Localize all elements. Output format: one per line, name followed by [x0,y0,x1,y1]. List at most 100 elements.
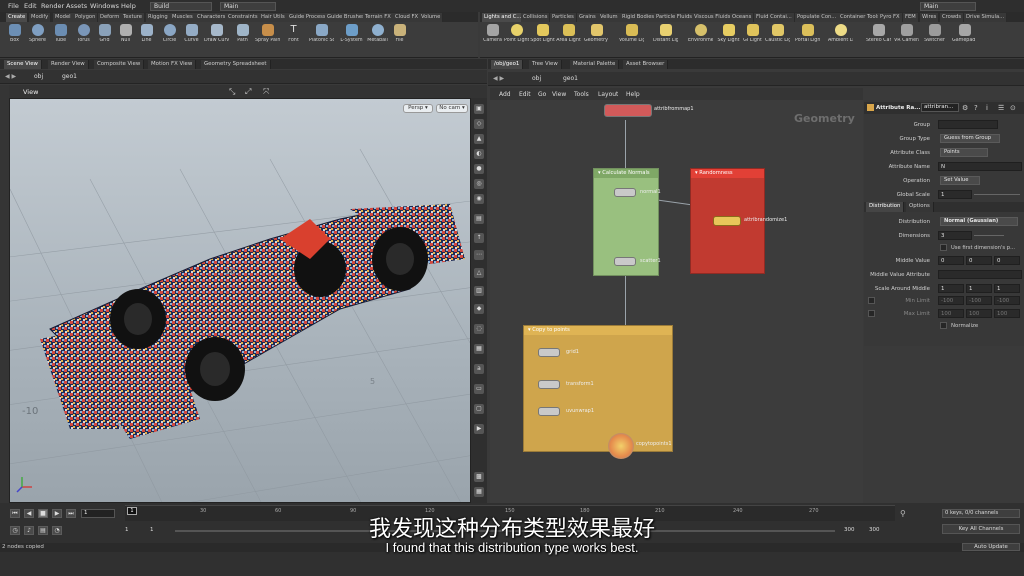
tool-box[interactable]: Box [2,24,27,43]
tool-point-light[interactable]: Point Light [504,24,529,43]
node-grid[interactable] [538,348,560,357]
point-numbers-icon[interactable]: ⋯ [474,250,484,260]
shelf-tab[interactable]: Modify [29,13,52,22]
tool-sphere[interactable]: Sphere [25,24,50,43]
group-type-menu[interactable]: Guess from Group [940,134,1000,143]
node-uvunwrap[interactable] [538,407,560,416]
tab-composite-view[interactable]: Composite View [94,60,145,69]
tab-render-view[interactable]: Render View [48,60,89,69]
shelf-tab[interactable]: Lights and C... [482,13,525,22]
prim-numbers-icon[interactable]: △ [474,268,484,278]
shelf-tab[interactable]: Constraints [226,13,261,22]
tool-ambient-light[interactable]: Ambient Light [828,24,853,43]
scale-middle-z[interactable]: 1 [994,284,1020,293]
shelf-tab[interactable]: Volume [419,13,444,22]
uv-icon[interactable]: ▥ [474,286,484,296]
middle-value-y[interactable]: 0 [966,256,992,265]
back-arrow-icon[interactable]: ◀ ▶ [5,73,16,80]
tool-spot-light[interactable]: Spot Light [530,24,555,43]
max-limit-y[interactable]: 100 [966,309,992,318]
normals-icon[interactable]: ↑ [474,233,484,243]
shelf-tab[interactable]: Muscles [170,13,196,22]
attribute-class-menu[interactable]: Points [940,148,988,157]
menu-assets[interactable]: Assets [66,2,87,10]
middle-value-attr-field[interactable] [938,270,1022,279]
net-menu-edit[interactable]: Edit [519,91,531,98]
global-scale-slider[interactable] [974,194,1020,195]
tool-distant-light[interactable]: Distant Light [653,24,678,43]
tool-spray-paint[interactable]: Spray Paint [255,24,280,43]
network-editor[interactable]: Geometry attribfrommap1 ▾ Calculate Norm… [490,100,863,503]
dimensions-field[interactable]: 3 [938,231,972,240]
net-menu-tools[interactable]: Tools [574,91,589,98]
shelf-tab[interactable]: Polygon [73,13,99,22]
normalize-checkbox[interactable] [940,322,947,329]
node-attribfrommap[interactable] [604,104,652,117]
layout-icon[interactable]: ▩ [474,472,484,482]
shelf-tab[interactable]: Create [6,13,29,22]
node-name-field[interactable]: attribran... [921,103,959,112]
main-selector-left[interactable]: Main [220,1,276,11]
net-menu-layout[interactable]: Layout [598,91,618,98]
main-selector-right[interactable]: Main [920,1,976,11]
node-transform[interactable] [538,380,560,389]
tool-caustic-light[interactable]: Caustic Light [765,24,790,43]
distribution-menu[interactable]: Normal (Gaussian) [940,217,1018,226]
menu-help[interactable]: Help [121,2,136,10]
shelf-tab[interactable]: Guide Brushes [325,13,368,22]
display-wire-icon[interactable]: ◇ [474,119,484,129]
tool-camera[interactable]: Camera [480,24,505,43]
shelf-tab[interactable]: Vellum [598,13,621,22]
breadcrumb-obj[interactable]: obj [34,73,43,80]
tab-tree-view[interactable]: Tree View [529,60,562,69]
3d-viewport[interactable]: -10 10 5 Persp ▾ No cam ▾ [9,98,471,503]
display-points-icon[interactable]: ▣ [474,104,484,114]
ghost-icon[interactable]: ◌ [474,324,484,334]
shelf-tab[interactable]: Cloud FX [393,13,422,22]
display-option-icon[interactable]: ⤧ [263,87,269,97]
shelf-tab[interactable]: Deform [98,13,123,22]
tool-l-system[interactable]: L-System [339,24,364,43]
shelf-tab[interactable]: Wires [920,13,940,22]
shelf-tab[interactable]: Terrain FX [363,13,394,22]
tool-curve[interactable]: Curve [179,24,204,43]
tab-motion-fx-view[interactable]: Motion FX View [148,60,197,69]
min-limit-y[interactable]: -100 [966,296,992,305]
attribute-name-field[interactable]: N [938,162,1022,171]
camera-icon[interactable]: ▭ [474,384,484,394]
display-option-icon[interactable]: ⤡ [229,87,235,97]
grid-toggle-icon[interactable]: ▤ [474,214,484,224]
breadcrumb-geo1[interactable]: geo1 [563,75,578,82]
menu-windows[interactable]: Windows [90,2,119,10]
menu-render[interactable]: Render [41,2,64,10]
shelf-tab[interactable]: Fluid Contai... [754,13,795,22]
shading-icon[interactable]: ● [474,164,484,174]
tool-environment-light[interactable]: Environment Light [688,24,713,43]
tool-tube[interactable]: Tube [48,24,73,43]
light-icon[interactable]: ◐ [474,149,484,159]
tab-geometry-spreadsheet[interactable]: Geometry Spreadsheet [201,60,271,69]
tab-scene-view[interactable]: Scene View [4,60,42,69]
breadcrumb-geo1[interactable]: geo1 [62,73,77,80]
gear-icon[interactable]: ⚙ [962,104,968,112]
min-limit-z[interactable]: -100 [994,296,1020,305]
menu-file[interactable]: File [8,2,19,10]
net-menu-go[interactable]: Go [538,91,546,98]
abc-icon[interactable]: a [474,364,484,374]
shelf-tab[interactable]: Container Tools [838,13,883,22]
shelf-tab[interactable]: Model [53,13,74,22]
max-limit-x[interactable]: 100 [938,309,964,318]
node-scatter[interactable] [614,257,636,266]
tool-vr-camera[interactable]: VR Camera [894,24,919,43]
shelf-tab[interactable]: Viscous Fluids [692,13,734,22]
tool-font[interactable]: T Font [281,24,306,43]
net-menu-view[interactable]: View [552,91,566,98]
tool-gamepad-camera[interactable]: Gamepad Camera [952,24,977,43]
persp-menu[interactable]: Persp ▾ [403,104,433,113]
layout-quad-icon[interactable]: ▦ [474,487,484,497]
display-option-icon[interactable]: ⤢ [245,87,251,97]
shelf-tab[interactable]: Texture [121,13,145,22]
shelf-tab[interactable]: Guide Process [287,13,329,22]
template-icon[interactable]: ◆ [474,304,484,314]
scale-middle-x[interactable]: 1 [938,284,964,293]
